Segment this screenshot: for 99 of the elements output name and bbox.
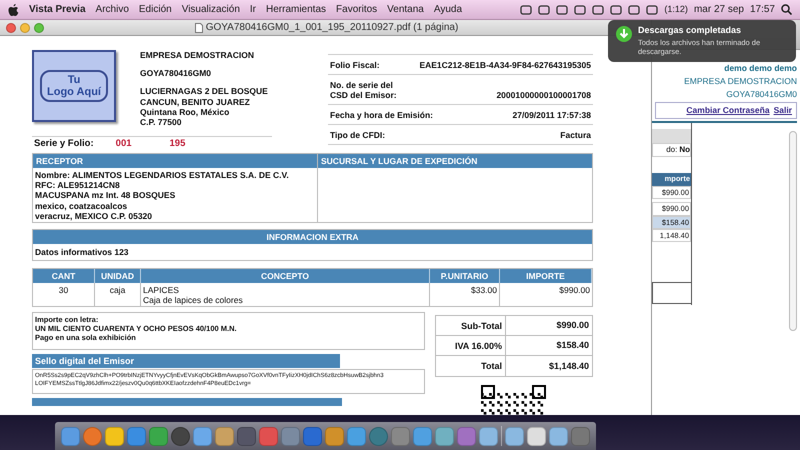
- app-icon[interactable]: [236, 426, 256, 446]
- link[interactable]: Cambiar Contraseña: [686, 104, 770, 117]
- total-value: $158.40: [555, 340, 590, 351]
- battery-time: (1:12): [664, 2, 688, 16]
- document-icon: [194, 22, 203, 32]
- field-value: EAE1C212-8E1B-4A34-9F84-627643195305: [419, 60, 591, 70]
- total-value: $1,148.40: [548, 360, 590, 372]
- window-title: GOYA780416GM0_1_001_195_20110927.pdf (1 página): [206, 21, 458, 35]
- issuer-address-line: C.P. 77500: [140, 116, 182, 128]
- apple-icon: [8, 4, 19, 16]
- app-icon[interactable]: [148, 426, 168, 446]
- logo-text: Logo Aquí: [47, 86, 101, 98]
- menu-item[interactable]: Favoritos: [336, 2, 378, 17]
- menu-item[interactable]: Edición: [138, 2, 172, 17]
- field-value: No: [679, 144, 690, 156]
- menu-item[interactable]: Visualización: [182, 2, 240, 17]
- section-header: INFORMACION EXTRA: [33, 230, 592, 244]
- company-name: EMPRESA DEMOSTRACION: [684, 74, 797, 88]
- issuer-rfc: GOYA780416GM0: [140, 68, 212, 78]
- menu-item[interactable]: Archivo: [96, 2, 129, 17]
- app-icon[interactable]: [390, 426, 410, 446]
- app-icon[interactable]: [478, 426, 498, 446]
- issuer-address-line: Quintana Roo, México: [140, 106, 230, 117]
- app-icon[interactable]: [280, 426, 300, 446]
- notification-title: Descargas completadas: [638, 24, 742, 37]
- menu-clock: 17:57: [750, 3, 775, 17]
- app-icon[interactable]: [368, 426, 388, 446]
- field-label: do:: [666, 144, 678, 156]
- field-label: No. de serie del CSD del Emisor:: [330, 80, 398, 100]
- total-value: $990.00: [555, 320, 590, 331]
- serie-value: 001: [116, 138, 132, 149]
- column-header: UNIDAD: [95, 269, 141, 283]
- search-icon: [781, 4, 792, 15]
- extra-text: Datos informativos 123: [34, 246, 130, 259]
- field-label: Fecha y hora de Emisión:: [330, 110, 433, 120]
- app-icon[interactable]: [170, 426, 190, 446]
- field-value: Factura: [560, 130, 591, 140]
- app-icon[interactable]: [412, 426, 432, 446]
- app-icon[interactable]: [324, 426, 344, 446]
- app-icon[interactable]: [526, 426, 546, 446]
- receptor-line: mexico, coatzacoalcos: [35, 200, 128, 211]
- app-icon[interactable]: [82, 426, 102, 446]
- menu-item[interactable]: Ventana: [387, 2, 424, 17]
- column-header: CONCEPTO: [141, 269, 430, 283]
- table-header-bar: [652, 129, 691, 143]
- close-button[interactable]: [6, 22, 16, 32]
- issuer-name: EMPRESA DEMOSTRACION: [140, 50, 255, 60]
- table-cell: 30: [33, 283, 95, 306]
- total-label: Sub-Total: [436, 316, 506, 336]
- menu-date: mar 27 sep: [694, 3, 744, 17]
- menu-item[interactable]: Ir: [250, 2, 256, 17]
- logo-text: Tu: [68, 74, 80, 86]
- qr-code: [481, 385, 547, 415]
- section-header: RECEPTOR: [33, 154, 317, 168]
- table-cell-text: LAPICES: [143, 285, 180, 296]
- app-icon[interactable]: [434, 426, 454, 446]
- menu-app-name[interactable]: Vista Previa: [29, 2, 86, 17]
- field-label: Tipo de CFDI:: [330, 130, 386, 140]
- issuer-address-line: CANCUN, BENITO JUAREZ: [140, 96, 251, 107]
- receptor-line: veracruz, MEXICO C.P. 05320: [35, 210, 154, 221]
- receptor-line: Nombre: ALIMENTOS LEGENDARIOS ESTATALES S.A. DE C.V.: [35, 170, 290, 180]
- app-icon[interactable]: [504, 426, 524, 446]
- field-label: Folio Fiscal:: [330, 60, 380, 70]
- menu-item[interactable]: Ayuda: [434, 2, 462, 17]
- section-header: Sello digital del Emisor: [32, 354, 340, 368]
- column-header: CANT: [33, 269, 95, 283]
- field-value: 27/09/2011 17:57:38: [512, 110, 591, 120]
- download-icon: [616, 26, 632, 42]
- app-icon[interactable]: [192, 426, 212, 446]
- app-icon[interactable]: [214, 426, 234, 446]
- total-label: Total: [436, 356, 506, 376]
- column-header: IMPORTE: [500, 269, 592, 283]
- zoom-button[interactable]: [34, 22, 44, 32]
- table-cell: caja: [95, 283, 141, 306]
- minimize-button[interactable]: [20, 22, 30, 32]
- receptor-line: RFC: ALE951214CN8: [35, 180, 121, 190]
- total-label: IVA 16.00%: [436, 336, 506, 356]
- menu-item[interactable]: Herramientas: [266, 2, 326, 17]
- receptor-line: MACUSPANA mz Int. 48 BOSQUES: [35, 190, 176, 201]
- column-header: P.UNITARIO: [430, 269, 500, 283]
- app-icon[interactable]: [126, 426, 146, 446]
- company-rfc: GOYA780416GM0: [726, 88, 797, 100]
- app-icon[interactable]: [548, 426, 568, 446]
- table-cell-text: $990.00: [558, 284, 591, 297]
- folio-value: 195: [170, 138, 186, 149]
- issuer-address-line: LUCIERNAGAS 2 DEL BOSQUE: [140, 86, 269, 97]
- app-icon[interactable]: [302, 426, 322, 446]
- field-value: 20001000000100001708: [496, 90, 591, 100]
- serie-label: Serie y Folio:: [34, 138, 94, 149]
- link[interactable]: Salir: [774, 104, 792, 117]
- app-icon[interactable]: [570, 426, 590, 446]
- table-cell: $33.00: [430, 283, 500, 306]
- user-name: demo demo demo: [724, 62, 797, 75]
- table-cell-text: Caja de lapices de colores: [143, 295, 244, 306]
- section-header: SUCURSAL Y LUGAR DE EXPEDICIÓN: [318, 154, 592, 168]
- app-icon[interactable]: [258, 426, 278, 446]
- app-icon[interactable]: [60, 426, 80, 446]
- app-icon[interactable]: [346, 426, 366, 446]
- app-icon[interactable]: [104, 426, 124, 446]
